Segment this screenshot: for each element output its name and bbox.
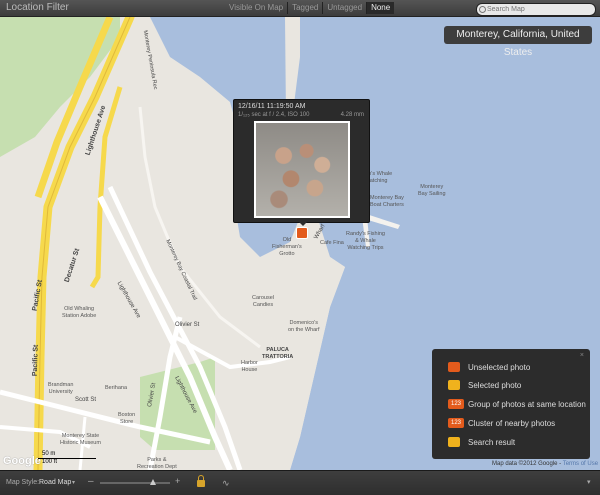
lock-icon[interactable] xyxy=(197,475,205,487)
place-berihana: Berihana xyxy=(105,385,128,391)
photo-date: 12/16/11 11:19:50 AM xyxy=(238,103,306,110)
legend-close-icon[interactable]: × xyxy=(580,352,584,359)
photo-focal-length: 4.28 mm xyxy=(340,112,364,118)
photo-popup[interactable]: 12/16/11 11:19:50 AM 1/₁₂₅ sec at f / 2.… xyxy=(233,99,370,223)
search-map-box[interactable] xyxy=(476,3,596,16)
road-label-pacific-st-2: Pacific St xyxy=(31,344,40,377)
place-domenicos: Domenico's on the Wharf xyxy=(288,320,320,333)
place-old-fishermans: Old Fisherman's Grotto xyxy=(272,237,302,257)
place-brandman: Brandman University xyxy=(48,382,74,395)
map-attribution: Map data ©2012 Google - Terms of Use xyxy=(492,461,599,467)
location-filter-title: Location Filter xyxy=(6,2,69,13)
zoom-out-button[interactable]: – xyxy=(88,476,94,487)
group-photos-icon: 123 xyxy=(448,399,464,409)
place-monterey-historic: Monterey State Historic Museum xyxy=(60,433,101,446)
place-paluca: PALUCA TRATTORIA xyxy=(262,347,294,360)
place-boston-store: Boston Store xyxy=(118,412,136,425)
popup-pointer xyxy=(297,220,309,226)
filter-visible-on-map[interactable]: Visible On Map xyxy=(225,2,287,14)
chevron-down-icon[interactable]: ▾ xyxy=(72,479,75,486)
search-result-icon xyxy=(448,437,460,447)
map-scale: 50 m 100 ft xyxy=(38,451,96,467)
map-style-label: Map Style: xyxy=(6,479,40,486)
map-style-select[interactable]: Road Map xyxy=(39,479,71,486)
zoom-slider-thumb[interactable] xyxy=(149,479,156,485)
filter-tagged[interactable]: Tagged xyxy=(287,2,322,14)
place-parks: Parks & Recreation Dept xyxy=(137,457,177,470)
scale-imperial: 100 ft xyxy=(42,459,58,465)
map-legend: × Unselected photo Selected photo 123 Gr… xyxy=(432,349,590,459)
place-randys: Randy's Fishing & Whale Watching Trips xyxy=(346,231,385,251)
zoom-in-button[interactable]: + xyxy=(175,476,180,486)
filter-untagged[interactable]: Untagged xyxy=(322,2,366,14)
tracklog-icon[interactable]: ∿ xyxy=(222,478,230,489)
location-badge: Monterey, California, United States xyxy=(444,26,592,58)
zoom-slider[interactable] xyxy=(100,479,170,485)
place-harbor-house: Harbor House xyxy=(241,360,258,373)
place-old-whaling: Old Whaling Station Adobe xyxy=(62,306,97,319)
cluster-photos-icon: 123 xyxy=(448,418,464,428)
terms-of-use-link[interactable]: Terms of Use xyxy=(563,461,598,467)
road-label-olivier-st: Olivier St xyxy=(175,322,200,328)
photo-image xyxy=(256,123,348,216)
filter-none[interactable]: None xyxy=(366,2,395,14)
place-bay-sailing: Monterey Bay Sailing xyxy=(418,184,446,197)
map-toolbar: Map Style: Road Map ▾ – + ∿ ▾ xyxy=(0,470,600,495)
photo-exposure: 1/₁₂₅ sec at f / 2.4, ISO 100 xyxy=(238,112,310,118)
search-map-input[interactable] xyxy=(487,4,587,15)
road-label-scott-st: Scott St xyxy=(75,397,97,403)
selected-photo-icon xyxy=(448,380,460,390)
photo-marker-icon[interactable] xyxy=(296,227,308,239)
search-icon xyxy=(479,6,486,13)
place-carousel: Carousel Candies xyxy=(252,295,275,308)
location-filter-bar: Location Filter Visible On Map Tagged Un… xyxy=(0,0,600,17)
toolbar-menu-icon[interactable]: ▾ xyxy=(587,478,591,486)
scale-metric: 50 m xyxy=(42,451,56,457)
place-bay-charters: Monterey Bay Boat Charters xyxy=(370,195,404,208)
place-cafe-fina: Cafe Fina xyxy=(320,240,344,246)
google-logo: Google xyxy=(3,455,41,467)
photo-thumbnail[interactable] xyxy=(254,121,350,218)
filter-options: Visible On Map Tagged Untagged None xyxy=(225,2,395,14)
unselected-photo-icon xyxy=(448,362,460,372)
